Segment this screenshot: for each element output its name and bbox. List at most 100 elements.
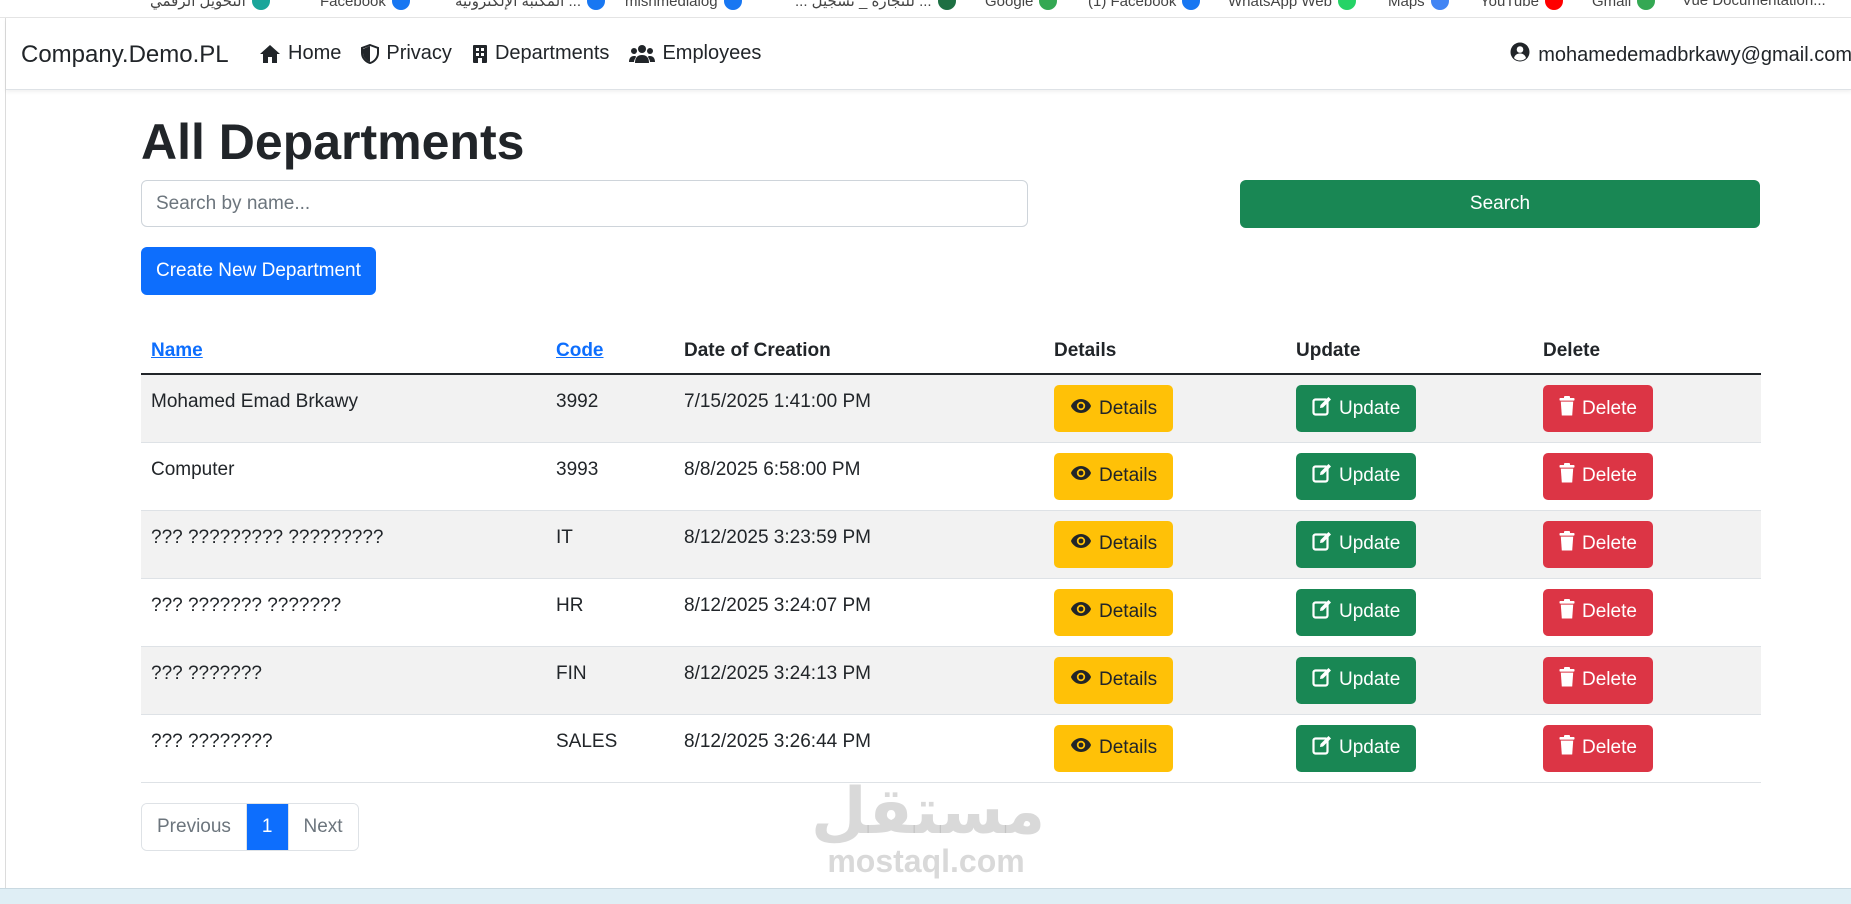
users-icon (629, 44, 656, 64)
cell-date: 8/12/2025 3:24:13 PM (674, 646, 1044, 715)
table-header-row: Name Code Date of Creation Details Updat… (141, 328, 1761, 375)
cell-date: 8/8/2025 6:58:00 PM (674, 442, 1044, 511)
shield-icon (361, 43, 380, 64)
delete-button[interactable]: Delete (1543, 656, 1653, 704)
cell-details: Details (1044, 578, 1286, 647)
nav-link-privacy[interactable]: Privacy (361, 42, 452, 65)
sort-by-code-link[interactable]: Code (556, 340, 604, 361)
departments-table: Name Code Date of Creation Details Updat… (141, 328, 1761, 783)
bookmark-item[interactable]: التحويل الرقمي (150, 0, 270, 10)
update-button[interactable]: Update (1296, 724, 1417, 772)
details-button[interactable]: Details (1054, 724, 1174, 772)
edit-icon (1312, 396, 1332, 422)
nav-link-departments[interactable]: Departments (472, 42, 609, 65)
pagination-next[interactable]: Next (288, 804, 358, 850)
cell-delete: Delete (1533, 714, 1761, 783)
trash-icon (1559, 395, 1575, 422)
eye-icon (1070, 669, 1092, 691)
details-button[interactable]: Details (1054, 520, 1174, 568)
details-button[interactable]: Details (1054, 385, 1174, 432)
bookmark-item[interactable]: WhatsApp Web (1228, 0, 1356, 10)
column-header-name[interactable]: Name (141, 328, 546, 375)
bookmark-item[interactable]: Facebook (320, 0, 410, 10)
bookmark-favicon-icon (1337, 0, 1356, 10)
update-button[interactable]: Update (1296, 656, 1417, 704)
edit-icon (1312, 463, 1332, 489)
table-row: ??? ????????? ????????? IT 8/12/2025 3:23:… (141, 510, 1761, 579)
trash-icon (1559, 667, 1575, 693)
update-button[interactable]: Update (1296, 452, 1417, 500)
page-title: All Departments (141, 114, 525, 170)
column-header-code[interactable]: Code (546, 328, 674, 375)
bookmark-item[interactable]: المكتبة الإلكترونية ... (455, 0, 605, 10)
nav-link-home[interactable]: Home (259, 42, 341, 65)
cell-update: Update (1286, 442, 1533, 511)
update-button[interactable]: Update (1296, 520, 1417, 568)
pagination-previous[interactable]: Previous (142, 804, 247, 850)
cell-details: Details (1044, 714, 1286, 783)
bookmark-item[interactable]: Gmail (1592, 0, 1656, 10)
cell-code: 3993 (546, 442, 674, 511)
delete-button[interactable]: Delete (1543, 520, 1653, 568)
update-button[interactable]: Update (1296, 588, 1417, 636)
column-header-details: Details (1044, 328, 1286, 375)
watermark-latin: mostaql.com (827, 843, 1025, 879)
bookmark-item[interactable]: mishmedialog (625, 0, 742, 10)
sort-by-name-link[interactable]: Name (151, 340, 203, 361)
bookmark-item[interactable]: YouTube (1480, 0, 1563, 10)
navbar-brand[interactable]: Company.Demo.PL (21, 41, 229, 69)
update-button[interactable]: Update (1296, 385, 1417, 432)
trash-icon (1559, 463, 1575, 489)
bookmark-item[interactable]: (1) Facebook (1088, 0, 1201, 10)
nav-links: Home Privacy Departments Employees (259, 42, 761, 65)
bookmark-item[interactable]: Vue Documentation... (1682, 0, 1826, 9)
bookmark-item[interactable]: Google (985, 0, 1058, 10)
cell-name: Mohamed Emad Brkawy (141, 374, 546, 443)
delete-button[interactable]: Delete (1543, 588, 1653, 636)
bookmark-favicon-icon (1039, 0, 1058, 10)
cell-code: FIN (546, 646, 674, 715)
pagination-page-1[interactable]: 1 (246, 804, 289, 850)
search-button[interactable]: Search (1240, 180, 1760, 228)
bookmark-favicon-icon (587, 0, 605, 10)
delete-button[interactable]: Delete (1543, 452, 1653, 500)
cell-delete: Delete (1533, 578, 1761, 647)
cell-name: Computer (141, 442, 546, 511)
building-icon (472, 44, 488, 64)
bookmark-favicon-icon (723, 0, 742, 10)
cell-delete: Delete (1533, 646, 1761, 715)
details-button[interactable]: Details (1054, 656, 1174, 704)
cell-details: Details (1044, 646, 1286, 715)
trash-icon (1559, 531, 1575, 557)
page-content: Company.Demo.PL Home Privacy Departments (5, 18, 1851, 888)
bookmark-favicon-icon (937, 0, 956, 10)
edit-icon (1312, 531, 1332, 557)
delete-button[interactable]: Delete (1543, 385, 1653, 432)
watermark-arabic: مستقل (811, 775, 1046, 849)
cell-update: Update (1286, 578, 1533, 647)
navbar: Company.Demo.PL Home Privacy Departments (6, 18, 1851, 90)
search-input[interactable] (141, 180, 1028, 227)
bookmark-item[interactable]: Maps (1388, 0, 1449, 10)
details-button[interactable]: Details (1054, 588, 1174, 636)
cell-name: ??? ????????? ????????? (141, 510, 546, 579)
cell-date: 8/12/2025 3:26:44 PM (674, 714, 1044, 783)
bookmark-item[interactable]: ... للتجارة _ تسجيل ... (795, 0, 956, 10)
watermark: مستقل mostaql.com (811, 775, 1046, 879)
user-circle-icon (1510, 42, 1530, 68)
cell-date: 8/12/2025 3:23:59 PM (674, 510, 1044, 579)
details-button[interactable]: Details (1054, 452, 1174, 500)
pagination: Previous 1 Next (141, 803, 359, 851)
house-icon (259, 44, 281, 64)
nav-link-employees[interactable]: Employees (629, 42, 761, 65)
cell-delete: Delete (1533, 510, 1761, 579)
cell-code: 3992 (546, 374, 674, 443)
bottom-window-strip (0, 888, 1851, 904)
trash-icon (1559, 599, 1575, 625)
cell-code: IT (546, 510, 674, 579)
column-header-date: Date of Creation (674, 328, 1044, 375)
create-department-button[interactable]: Create New Department (141, 247, 376, 295)
user-menu[interactable]: mohamedemadbrkawy@gmail.com (1510, 42, 1851, 68)
delete-button[interactable]: Delete (1543, 724, 1653, 772)
table-row: Computer 3993 8/8/2025 6:58:00 PM Details Up… (141, 442, 1761, 511)
